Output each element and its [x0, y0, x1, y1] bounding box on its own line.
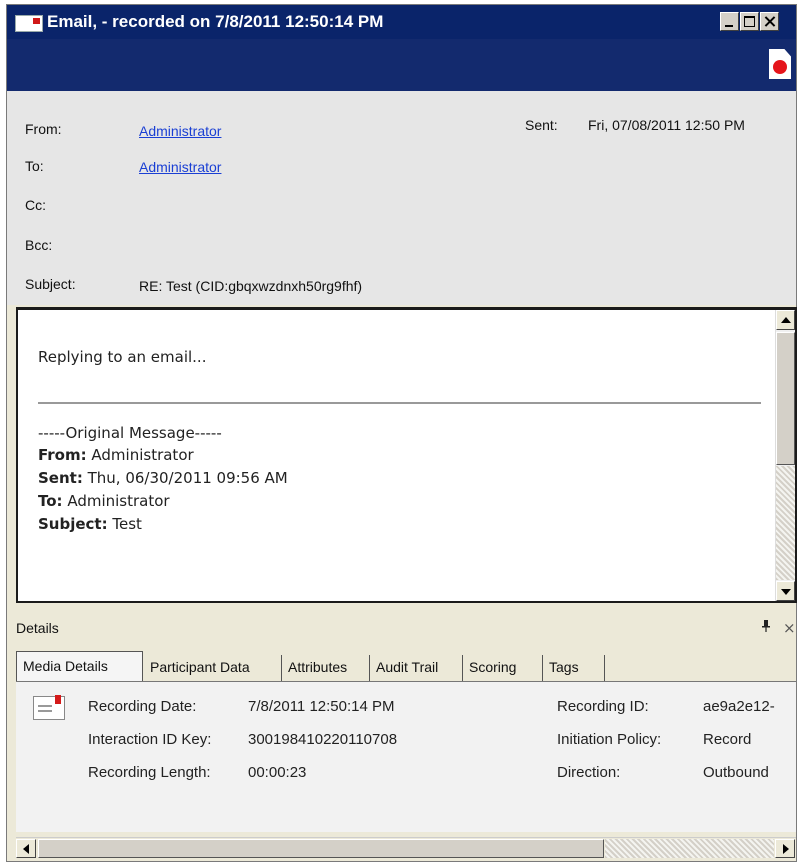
cc-label: Cc: — [25, 197, 46, 213]
interaction-id-value: 300198410220110708 — [248, 731, 398, 748]
media-details-panel: Recording Date: 7/8/2011 12:50:14 PM Int… — [16, 682, 796, 832]
scroll-up-button[interactable] — [776, 310, 795, 330]
horizontal-scroll-track[interactable] — [605, 839, 774, 858]
initiation-policy-label: Initiation Policy: — [557, 731, 662, 748]
tab-participant-data[interactable]: Participant Data — [144, 655, 282, 681]
original-sent: Sent: Thu, 06/30/2011 09:56 AM — [38, 469, 288, 487]
original-to: To: Administrator — [38, 492, 170, 510]
vertical-scrollbar[interactable] — [775, 310, 795, 601]
scroll-right-button[interactable] — [775, 839, 795, 858]
recording-date-value: 7/8/2011 12:50:14 PM — [248, 698, 395, 715]
vertical-scroll-track[interactable] — [776, 466, 795, 580]
tab-media-details[interactable]: Media Details — [16, 651, 143, 682]
email-media-icon — [33, 695, 65, 720]
interaction-id-label: Interaction ID Key: — [88, 731, 212, 748]
subject-label: Subject: — [25, 276, 76, 292]
horizontal-scrollbar[interactable] — [16, 837, 796, 858]
record-dot-icon — [773, 60, 787, 74]
pin-icon[interactable] — [761, 620, 771, 636]
recording-id-value: ae9a2e12- — [703, 698, 775, 715]
pin-glyph-icon — [762, 620, 770, 632]
to-link[interactable]: Administrator — [139, 159, 221, 175]
tab-audit-trail[interactable]: Audit Trail — [370, 655, 463, 681]
direction-label: Direction: — [557, 764, 621, 781]
recording-icon[interactable] — [769, 49, 791, 79]
right-arrow-icon — [783, 844, 789, 854]
vertical-scroll-thumb[interactable] — [776, 332, 795, 465]
recording-length-value: 00:00:23 — [248, 764, 307, 781]
title-bar[interactable]: Email, - recorded on 7/8/2011 12:50:14 P… — [7, 5, 796, 39]
from-label: From: — [25, 121, 62, 137]
close-button[interactable] — [760, 12, 779, 31]
direction-value: Outbound — [703, 764, 769, 781]
tab-attributes[interactable]: Attributes — [282, 655, 370, 681]
recording-length-label: Recording Length: — [88, 764, 211, 781]
tab-scoring[interactable]: Scoring — [463, 655, 543, 681]
email-icon — [15, 15, 43, 32]
sent-label: Sent: — [525, 117, 558, 133]
scroll-down-button[interactable] — [776, 581, 795, 601]
recording-id-label: Recording ID: — [557, 698, 649, 715]
subject-value: RE: Test (CID:gbqxwzdnxh50rg9fhf) — [139, 278, 363, 294]
details-title: Details — [16, 620, 59, 636]
maximize-button[interactable] — [740, 12, 759, 31]
up-arrow-icon — [781, 317, 791, 323]
to-label: To: — [25, 158, 44, 174]
tab-tags[interactable]: Tags — [543, 655, 605, 681]
minimize-button[interactable] — [720, 12, 739, 31]
window-title: Email, - recorded on 7/8/2011 12:50:14 P… — [47, 12, 384, 31]
down-arrow-icon — [781, 589, 791, 595]
from-link[interactable]: Administrator — [139, 123, 221, 139]
left-arrow-icon — [23, 844, 29, 854]
sent-value: Fri, 07/08/2011 12:50 PM — [588, 117, 745, 133]
horizontal-scroll-thumb[interactable] — [38, 839, 604, 858]
bcc-label: Bcc: — [25, 237, 53, 253]
scroll-left-button[interactable] — [16, 839, 36, 858]
header-toolbar — [7, 39, 796, 91]
recording-date-label: Recording Date: — [88, 698, 197, 715]
original-subject: Subject: Test — [38, 515, 142, 533]
email-recording-window: Email, - recorded on 7/8/2011 12:50:14 P… — [6, 4, 797, 862]
reply-text: Replying to an email... — [38, 348, 207, 366]
email-header: From: Administrator To: Administrator Cc… — [7, 91, 796, 305]
details-close-icon[interactable]: × — [783, 619, 796, 637]
initiation-policy-value: Record — [703, 731, 752, 748]
message-body[interactable]: Replying to an email... -----Original Me… — [16, 307, 797, 603]
original-message-header: -----Original Message----- — [38, 424, 222, 442]
message-divider — [38, 402, 761, 404]
original-from: From: Administrator — [38, 446, 194, 464]
